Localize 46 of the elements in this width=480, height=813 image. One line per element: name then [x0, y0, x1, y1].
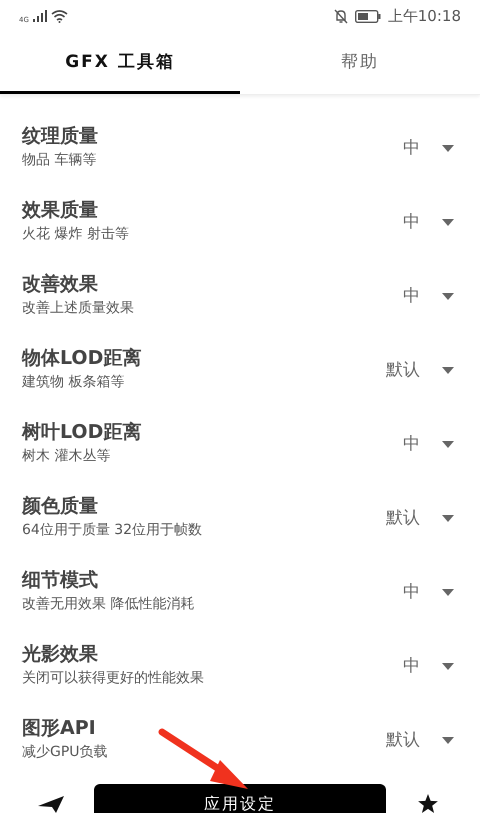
caret-icon	[442, 293, 454, 300]
send-icon[interactable]	[38, 796, 64, 813]
quality-dropdown[interactable]: 中	[403, 654, 454, 680]
caret-icon	[442, 515, 454, 522]
caret-icon	[442, 441, 454, 448]
caret-icon	[442, 589, 454, 596]
caret-icon	[442, 663, 454, 670]
setting-description: 改善上述质量效果	[22, 299, 134, 318]
setting-title: 树叶LOD距离	[22, 420, 142, 445]
setting-title: 光影效果	[22, 642, 98, 667]
quality-dropdown[interactable]: 中	[403, 136, 454, 162]
setting-description: 建筑物 板条箱等	[22, 373, 124, 392]
setting-description: 树木 灌木丛等	[22, 447, 110, 466]
setting-title: 效果质量	[22, 198, 98, 223]
setting-title: 物体LOD距离	[22, 346, 142, 371]
quality-dropdown[interactable]: 默认	[386, 358, 454, 384]
star-icon[interactable]	[415, 794, 441, 813]
setting-title: 细节模式	[22, 568, 98, 593]
signal-icon	[32, 10, 47, 22]
clock-time: 上午10:18	[388, 6, 461, 27]
battery-icon	[354, 10, 381, 22]
caret-icon	[442, 737, 454, 744]
setting-title: 图形API	[22, 716, 96, 741]
setting-description: 改善无用效果 降低性能消耗	[22, 595, 194, 614]
quality-dropdown[interactable]: 中	[403, 580, 454, 606]
setting-description: 火花 爆炸 射击等	[22, 225, 129, 244]
tab[interactable]: GFX 工具箱	[0, 32, 240, 94]
caret-icon	[442, 367, 454, 374]
quality-dropdown[interactable]: 中	[403, 284, 454, 310]
quality-dropdown[interactable]: 中	[403, 210, 454, 236]
setting-title: 颜色质量	[22, 494, 98, 519]
apply-settings-button[interactable]: 应用设定	[94, 784, 386, 813]
setting-title: 纹理质量	[22, 124, 98, 149]
setting-description: 物品 车辆等	[22, 151, 96, 170]
setting-description: 关闭可以获得更好的性能效果	[22, 669, 204, 688]
setting-description: 减少GPU负载	[22, 743, 108, 762]
quality-dropdown[interactable]: 中	[403, 432, 454, 458]
caret-icon	[442, 219, 454, 226]
tab[interactable]: 帮助	[240, 32, 480, 94]
setting-title: 改善效果	[22, 272, 98, 297]
quality-dropdown[interactable]: 默认	[386, 506, 454, 532]
setting-description: 64位用于质量 32位用于帧数	[22, 521, 202, 540]
wifi-icon	[50, 10, 68, 22]
caret-icon	[442, 145, 454, 152]
bell-off-icon	[334, 8, 348, 24]
quality-dropdown[interactable]: 默认	[386, 728, 454, 754]
